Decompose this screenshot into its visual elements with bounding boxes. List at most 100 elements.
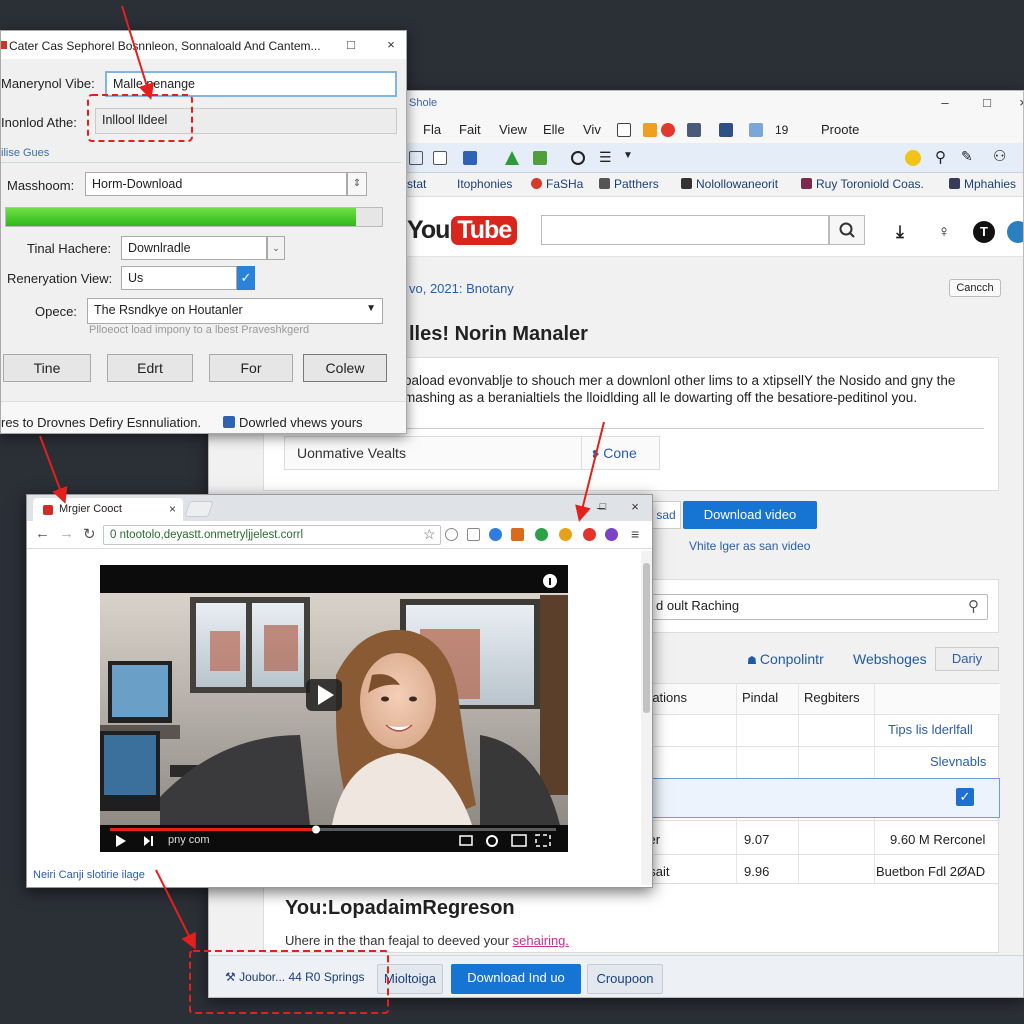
menu-edit[interactable]: Fait — [459, 122, 481, 137]
target-select[interactable]: Downlradle — [121, 236, 267, 260]
site-logo[interactable]: You Tube — [407, 213, 518, 247]
menu-view[interactable]: View — [499, 122, 527, 137]
bookmark-itophonies[interactable]: Itophonies — [457, 177, 512, 191]
stepper-icon[interactable]: ⇕ — [347, 172, 367, 196]
close-icon[interactable]: × — [383, 37, 399, 53]
close-icon[interactable]: × — [1015, 95, 1023, 111]
star-icon[interactable]: ☆ — [423, 526, 436, 543]
bottom-button-mioltoiga[interactable]: Mioltoiga — [377, 964, 443, 994]
forward-icon[interactable]: → — [59, 525, 74, 542]
bookmark-mphahies[interactable]: Mphahies — [949, 177, 1016, 191]
puzzle-icon[interactable] — [533, 151, 547, 165]
download-video-button[interactable]: Download video — [683, 501, 817, 529]
image-icon[interactable] — [643, 123, 657, 137]
grid-icon[interactable] — [749, 123, 763, 137]
bookmark-fasha[interactable]: FaSHa — [531, 177, 583, 191]
photo-icon[interactable] — [463, 151, 477, 165]
extension-icon[interactable] — [559, 528, 572, 541]
footer-link[interactable]: sehairing. — [513, 933, 569, 948]
popup-tab[interactable]: Mrgier Cooct × — [33, 498, 183, 521]
menu-profile[interactable]: Proote — [821, 122, 859, 137]
done-link[interactable]: ❥ Cone — [591, 445, 637, 461]
display-button[interactable]: Dariy — [935, 647, 999, 671]
document-icon[interactable] — [433, 151, 447, 165]
column-header[interactable]: Regbiters — [804, 690, 860, 705]
popup-footer-link[interactable]: Neiri Canji slotirie ilage — [33, 869, 145, 881]
table-cell[interactable]: Slevnabls — [930, 754, 986, 769]
record-icon[interactable] — [661, 123, 675, 137]
tab-close-icon[interactable]: × — [169, 502, 176, 516]
dropdown-icon[interactable]: ▼ — [623, 150, 633, 161]
url-input[interactable]: 0 ntootolo,deyastt.onmetryljjelest.corrl — [103, 525, 441, 545]
close-icon[interactable]: × — [627, 499, 643, 515]
extension-icon[interactable] — [535, 528, 548, 541]
time-button[interactable]: Tine — [3, 354, 91, 382]
new-tab-button[interactable] — [184, 501, 214, 517]
minimize-icon[interactable]: – — [937, 95, 953, 111]
pen-icon[interactable]: ✎ — [961, 148, 973, 165]
site-search-input[interactable] — [541, 215, 829, 245]
extension-icon[interactable] — [583, 528, 596, 541]
tree-icon[interactable] — [505, 151, 519, 165]
extension-icon[interactable] — [445, 528, 458, 541]
bookmark-ruy[interactable]: Ruy Toroniold Coas. — [801, 177, 924, 191]
settings-icon[interactable] — [687, 123, 701, 137]
option-select[interactable]: The Rsndkye on Houtanler ▼ — [87, 298, 383, 324]
column-header[interactable]: rations — [648, 690, 687, 705]
mode-input[interactable]: Horm-Download — [85, 172, 347, 196]
back-icon[interactable]: ← — [35, 525, 50, 542]
notification-icon[interactable]: T — [973, 221, 995, 243]
bookmark-patthers[interactable]: Patthers — [599, 177, 659, 191]
account-icon[interactable]: ♀ — [933, 221, 955, 243]
app-icon[interactable] — [1007, 221, 1023, 243]
smiley-icon[interactable] — [905, 150, 921, 166]
alternative-row[interactable]: Uonmative Vealts ❥ Cone — [284, 436, 660, 470]
view-input[interactable]: Us — [121, 266, 237, 290]
tab-compilation[interactable]: ☗ Conpolintr — [747, 651, 824, 667]
reload-icon[interactable]: ↻ — [83, 525, 96, 543]
checkbox-checked-icon[interactable]: ✓ — [237, 266, 255, 290]
checkbox-checked-icon[interactable]: ✓ — [956, 788, 974, 806]
path-input[interactable]: Inllool lldeel — [95, 108, 397, 134]
table-row-selected[interactable] — [640, 778, 1000, 818]
edit-button[interactable]: Edrt — [107, 354, 193, 382]
search-button[interactable] — [829, 215, 865, 245]
menu-history[interactable]: Elle — [543, 122, 565, 137]
table-cell[interactable]: Tips lis lderlfall — [888, 722, 973, 737]
maximize-icon[interactable]: □ — [343, 37, 359, 53]
user-icon[interactable]: ⚇ — [993, 147, 1006, 165]
extension-icon[interactable] — [467, 528, 480, 541]
search-icon[interactable]: ⚲ — [968, 597, 979, 615]
close-button[interactable]: Colew — [303, 354, 387, 382]
menu-file[interactable]: Fla — [423, 122, 441, 137]
name-input[interactable]: Malle nenange — [105, 71, 397, 97]
write-link[interactable]: Vhite lger as san video — [689, 539, 810, 553]
bookmark-nolollowaneorit[interactable]: Nolollowaneorit — [681, 177, 778, 191]
extension-icon[interactable] — [489, 528, 502, 541]
maximize-icon[interactable]: □ — [595, 499, 611, 515]
tab-webshoges[interactable]: Webshoges — [853, 651, 927, 667]
download-icon[interactable]: ⤓ — [889, 221, 911, 243]
menu-tools[interactable]: Viv — [583, 122, 601, 137]
table-icon[interactable] — [409, 151, 423, 165]
list-icon[interactable]: ☰ — [599, 149, 612, 166]
window-icon[interactable] — [617, 123, 631, 137]
video-player[interactable]: pny com — [100, 565, 568, 852]
monitor-icon[interactable] — [719, 123, 733, 137]
download-button[interactable]: Download Ind uo — [451, 964, 581, 994]
chevron-down-icon[interactable]: ⌄ — [267, 236, 285, 260]
extension-icon[interactable] — [511, 528, 524, 541]
menu-icon[interactable]: ≡ — [631, 526, 639, 542]
cancel-button[interactable]: Cancch — [949, 279, 1001, 297]
popup-scrollbar[interactable] — [641, 551, 652, 885]
bookmark-stat[interactable]: stat — [407, 177, 426, 191]
globe-icon[interactable] — [571, 151, 585, 165]
column-header[interactable]: Pindal — [742, 690, 778, 705]
scroll-thumb[interactable] — [643, 563, 650, 713]
side-tab[interactable]: sad — [651, 501, 681, 529]
extension-icon[interactable] — [605, 528, 618, 541]
maximize-icon[interactable]: □ — [979, 95, 995, 111]
zoom-icon[interactable]: ⚲ — [935, 148, 946, 166]
for-button[interactable]: For — [209, 354, 293, 382]
coupon-button[interactable]: Croupoon — [587, 964, 663, 994]
